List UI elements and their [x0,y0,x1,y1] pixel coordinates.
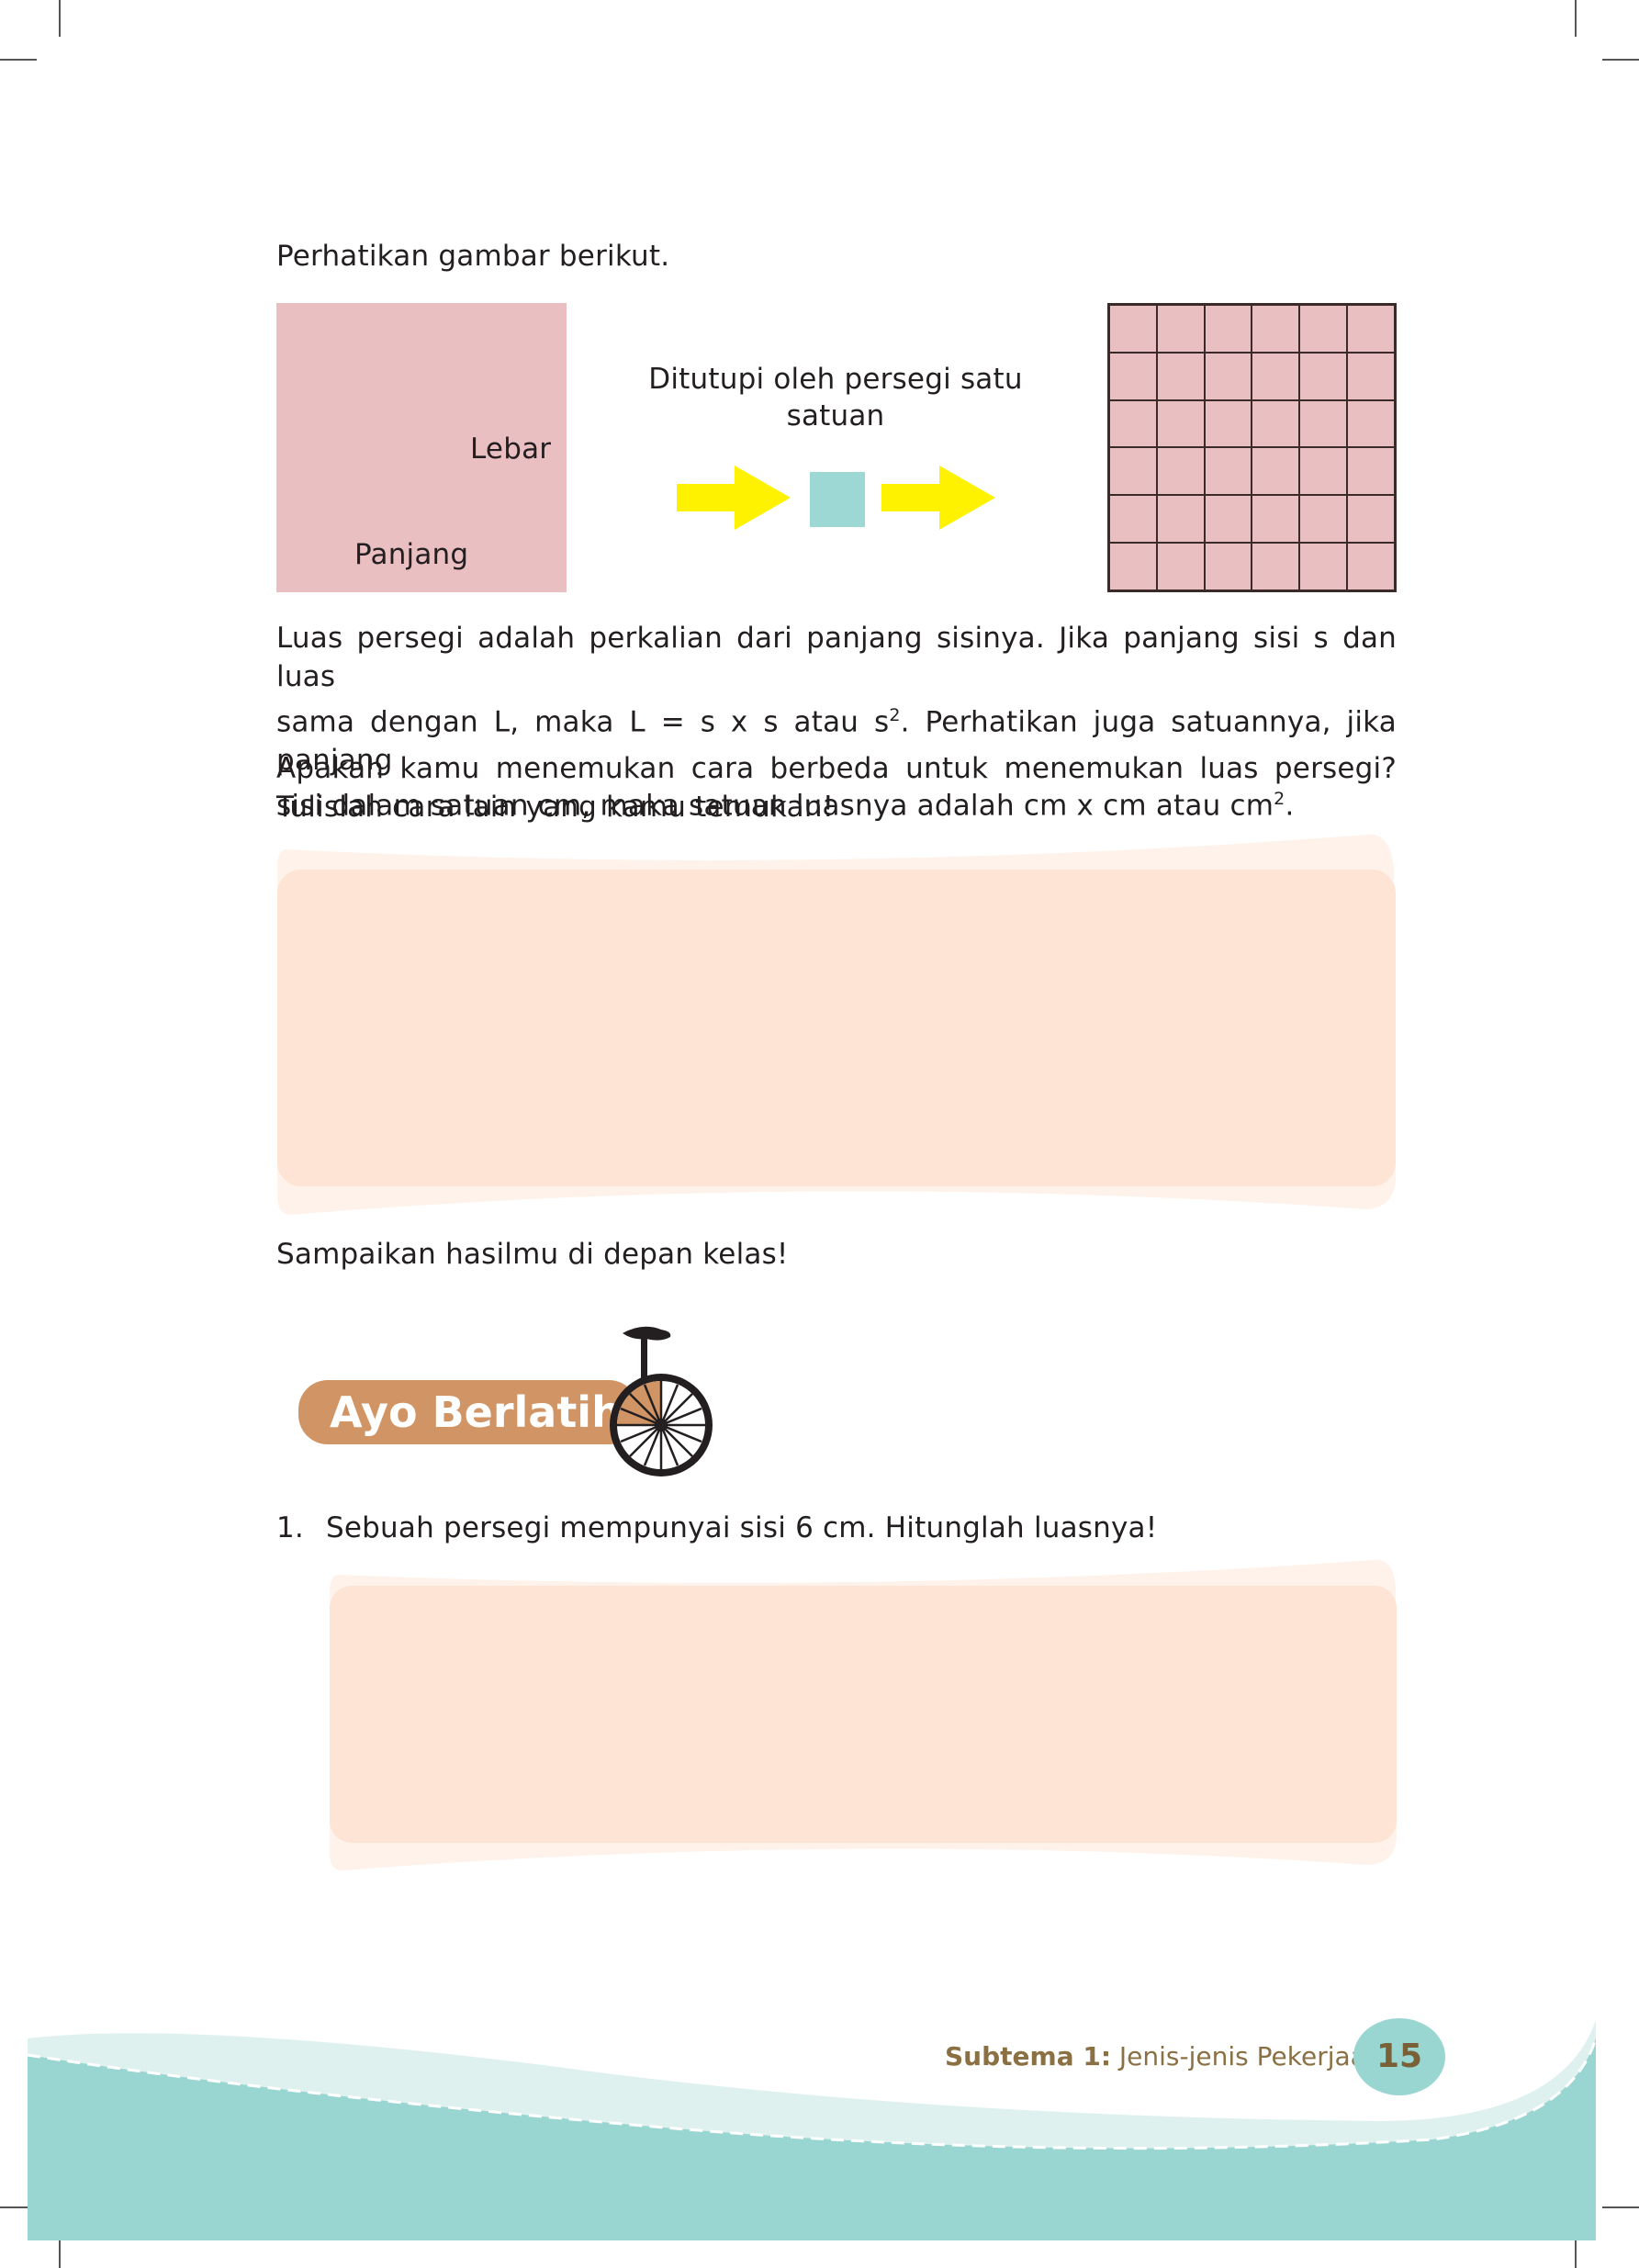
exercise-number: 1. [276,1511,304,1544]
subtema-label: Subtema 1: [945,2041,1112,2072]
grid-cell [1204,495,1252,544]
grid-cell [1252,495,1300,544]
grid-cell [1252,399,1300,448]
exercise-text: Sebuah persegi mempunyai sisi 6 cm. Hitu… [326,1511,1158,1544]
grid-cell [1156,543,1205,590]
subtema-title: Jenis-jenis Pekerjaan [1118,2041,1383,2072]
paragraph-line: Luas persegi adalah perkalian dari panja… [276,622,1397,693]
grid-cell [1299,447,1348,496]
grid-cell [1156,495,1205,544]
grid-cell [1156,305,1205,353]
grid-cell [1109,543,1157,590]
grid-cell [1347,543,1395,590]
panjang-label: Panjang [354,538,469,571]
arrow-right-icon [677,466,791,530]
grid-cell [1156,399,1205,448]
grid-cell [1299,495,1348,544]
grid-cell [1156,447,1205,496]
grid-cell [1204,399,1252,448]
answer-box[interactable] [326,1556,1401,1873]
page-number: 15 [1353,2018,1445,2095]
grid-cell [1204,543,1252,590]
text-span: sama dengan L, maka L = s x s atau s [276,705,890,739]
crop-mark [1575,0,1577,37]
grid-cell [1347,352,1395,400]
grid-cell [1204,447,1252,496]
grid-cell [1252,447,1300,496]
caption-line-1: Ditutupi oleh persegi satu [648,363,1023,396]
grid-cell [1109,495,1157,544]
grid-cell [1156,352,1205,400]
unit-square [810,472,865,527]
crop-mark [59,0,61,37]
grid-cell [1347,495,1395,544]
unit-grid [1107,303,1397,592]
grid-cell [1204,352,1252,400]
grid-cell [1109,305,1157,353]
superscript: 2 [889,705,901,725]
paragraph-line: Apakah kamu menemukan cara berbeda untuk… [276,752,1397,785]
footer-subtema: Subtema 1: Jenis-jenis Pekerjaan [945,2038,1383,2075]
closing-text: Sampaikan hasilmu di depan kelas! [276,1238,789,1271]
grid-cell [1299,543,1348,590]
grid-cell [1109,399,1157,448]
grid-cell [1299,305,1348,353]
arrow-right-icon [881,466,995,530]
answer-box[interactable] [274,831,1401,1217]
unicycle-icon [610,1326,713,1476]
intro-text: Perhatikan gambar berikut. [276,240,670,273]
grid-cell [1204,305,1252,353]
grid-cell [1299,399,1348,448]
grid-cell [1109,352,1157,400]
caption-line-2: satuan [786,399,885,432]
grid-cell [1252,352,1300,400]
crop-mark [0,59,37,61]
paragraph-question: Apakah kamu menemukan cara berbeda untuk… [276,749,1397,826]
grid-cell [1299,352,1348,400]
grid-cell [1347,447,1395,496]
grid-cell [1347,399,1395,448]
lebar-label: Lebar [470,432,552,466]
grid-cell [1347,305,1395,353]
square-figure: Lebar Panjang [276,303,567,592]
grid-cell [1109,447,1157,496]
paragraph-line: Tulislah cara lain yang kamu temukan! [276,791,835,824]
grid-cell [1252,305,1300,353]
figure-caption: Ditutupi oleh persegi satu satuan [634,361,1038,434]
section-banner: Ayo Berlatih [298,1322,730,1488]
crop-mark [1602,59,1639,61]
banner-label: Ayo Berlatih [330,1387,622,1437]
grid-cell [1252,543,1300,590]
